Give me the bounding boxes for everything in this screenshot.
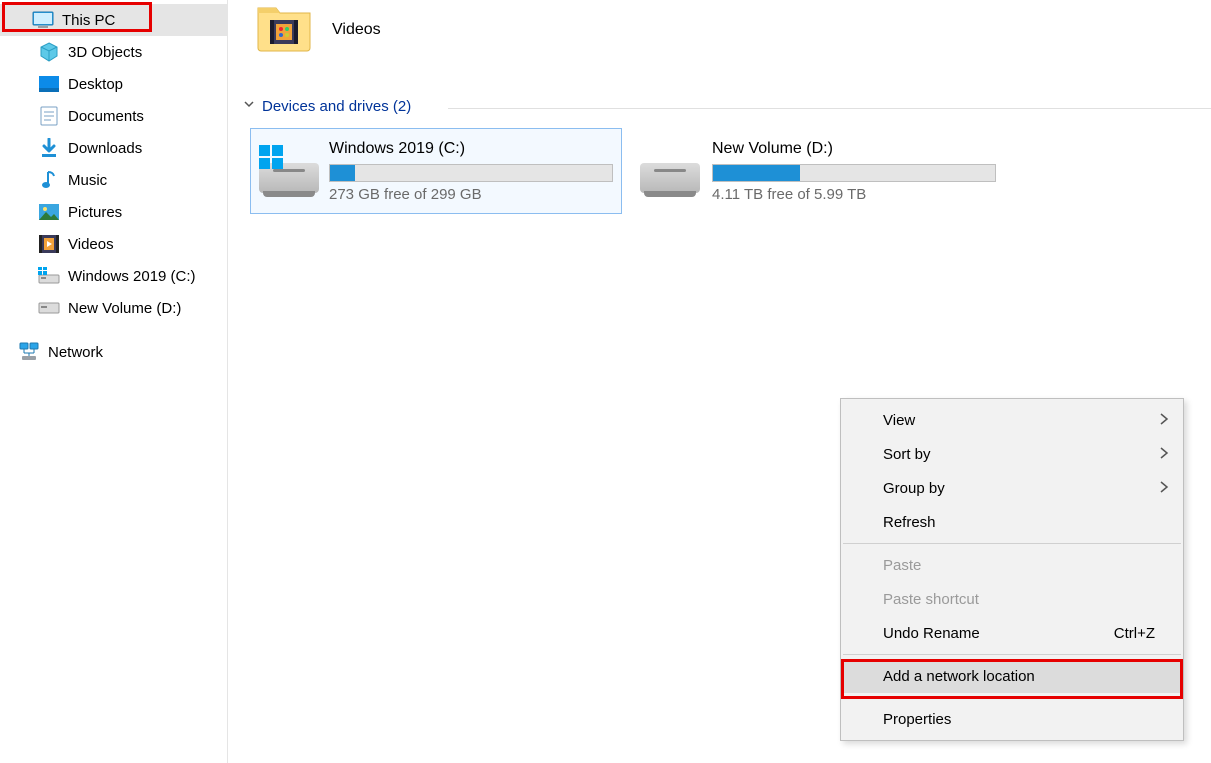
menu-item-label: Add a network location (883, 668, 1035, 685)
menu-item-label: Refresh (883, 514, 936, 531)
group-header-label: Devices and drives (2) (262, 98, 411, 115)
tree-item-label: Videos (68, 236, 114, 253)
menu-item-refresh[interactable]: Refresh (841, 505, 1183, 539)
menu-item-label: Undo Rename (883, 625, 980, 642)
menu-separator (843, 697, 1181, 698)
drive-d-large-icon (640, 145, 696, 197)
menu-item-undo-rename[interactable]: Undo Rename Ctrl+Z (841, 616, 1183, 650)
tree-item-drive-d[interactable]: New Volume (D:) (0, 292, 227, 324)
tree-item-documents[interactable]: Documents (0, 100, 227, 132)
tree-item-this-pc[interactable]: This PC (0, 4, 227, 36)
group-divider (448, 108, 1211, 109)
drive-d-icon (38, 297, 60, 319)
menu-item-paste-shortcut: Paste shortcut (841, 582, 1183, 616)
desktop-icon (38, 73, 60, 95)
menu-item-properties[interactable]: Properties (841, 702, 1183, 736)
drive-usage-fill (713, 165, 800, 181)
folder-tile-label: Videos (332, 21, 381, 39)
downloads-icon (38, 137, 60, 159)
menu-item-label: View (883, 412, 915, 429)
tree-item-3d-objects[interactable]: 3D Objects (0, 36, 227, 68)
drive-free-text: 4.11 TB free of 5.99 TB (712, 186, 996, 203)
menu-item-add-network-location[interactable]: Add a network location (841, 659, 1183, 693)
menu-separator (843, 543, 1181, 544)
tree-item-desktop[interactable]: Desktop (0, 68, 227, 100)
3d-objects-icon (38, 41, 60, 63)
tree-item-label: Windows 2019 (C:) (68, 268, 196, 285)
tree-item-drive-c[interactable]: Windows 2019 (C:) (0, 260, 227, 292)
videos-icon (38, 233, 60, 255)
tree-item-label: Network (48, 344, 103, 361)
tree-item-label: Pictures (68, 204, 122, 221)
menu-separator (843, 654, 1181, 655)
menu-item-label: Paste shortcut (883, 591, 979, 608)
menu-item-view[interactable]: View (841, 403, 1183, 437)
documents-icon (38, 105, 60, 127)
menu-item-shortcut: Ctrl+Z (1114, 625, 1155, 642)
chevron-right-icon (1159, 479, 1169, 499)
videos-folder-icon (256, 2, 312, 58)
drive-free-text: 273 GB free of 299 GB (329, 186, 613, 203)
navigation-pane: This PC 3D Objects Desktop Documents Dow… (0, 0, 228, 763)
tree-item-label: This PC (62, 12, 115, 29)
tree-item-label: 3D Objects (68, 44, 142, 61)
network-icon (18, 341, 40, 363)
music-icon (38, 169, 60, 191)
drive-tile-c[interactable]: Windows 2019 (C:) 273 GB free of 299 GB (250, 128, 622, 214)
menu-item-group-by[interactable]: Group by (841, 471, 1183, 505)
drive-usage-fill (330, 165, 355, 181)
tree-item-label: Music (68, 172, 107, 189)
tree-item-pictures[interactable]: Pictures (0, 196, 227, 228)
pictures-icon (38, 201, 60, 223)
drive-c-large-icon (259, 145, 313, 197)
drive-tile-d[interactable]: New Volume (D:) 4.11 TB free of 5.99 TB (632, 128, 1004, 214)
tree-item-videos[interactable]: Videos (0, 228, 227, 260)
tree-item-label: Documents (68, 108, 144, 125)
chevron-right-icon (1159, 445, 1169, 465)
menu-item-label: Paste (883, 557, 921, 574)
tree-item-downloads[interactable]: Downloads (0, 132, 227, 164)
tree-item-label: New Volume (D:) (68, 300, 181, 317)
drive-name: Windows 2019 (C:) (329, 140, 613, 158)
drive-usage-bar (712, 164, 996, 182)
chevron-right-icon (1159, 411, 1169, 431)
thispc-icon (32, 9, 54, 31)
menu-item-label: Properties (883, 711, 951, 728)
drive-c-icon (38, 265, 60, 287)
chevron-down-icon (242, 97, 256, 115)
tree-item-label: Downloads (68, 140, 142, 157)
tree-item-label: Desktop (68, 76, 123, 93)
tree-item-music[interactable]: Music (0, 164, 227, 196)
tree-item-network[interactable]: Network (0, 336, 227, 368)
drive-name: New Volume (D:) (712, 140, 996, 158)
drive-usage-bar (329, 164, 613, 182)
menu-item-paste: Paste (841, 548, 1183, 582)
menu-item-label: Group by (883, 480, 945, 497)
context-menu: View Sort by Group by Refresh Paste Past… (840, 398, 1184, 741)
menu-item-sort-by[interactable]: Sort by (841, 437, 1183, 471)
group-header-devices[interactable]: Devices and drives (2) (242, 97, 411, 115)
menu-item-label: Sort by (883, 446, 931, 463)
folder-tile-videos[interactable]: Videos (256, 2, 381, 58)
